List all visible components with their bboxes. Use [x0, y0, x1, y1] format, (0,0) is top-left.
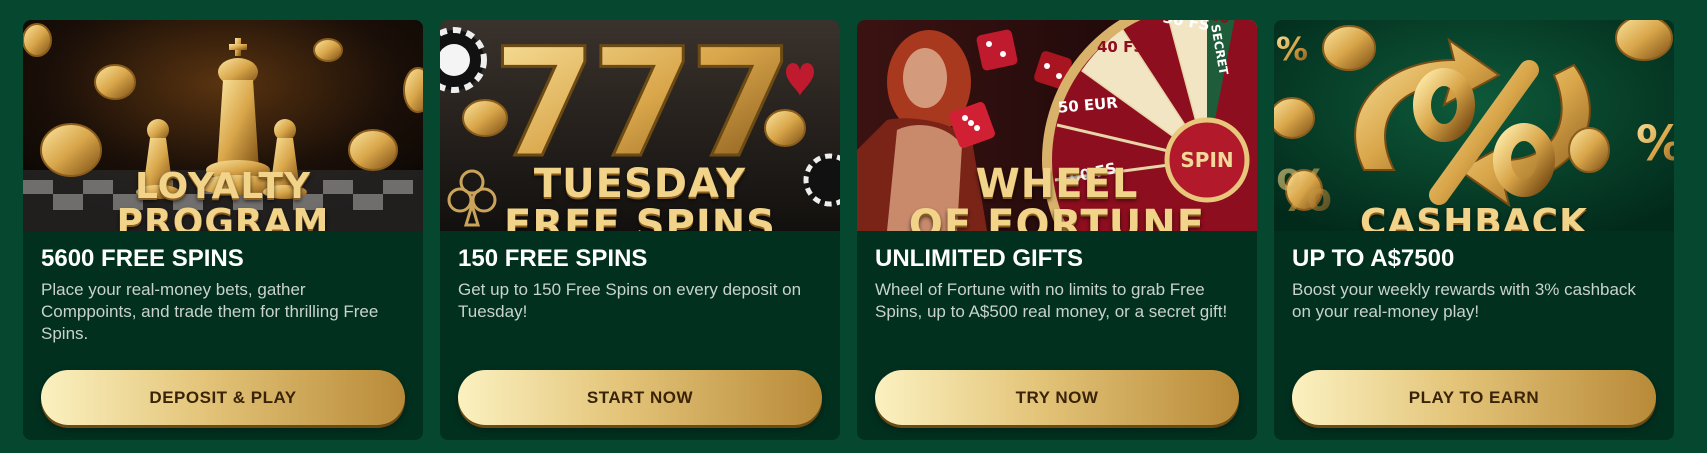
promo-description: Boost your weekly rewards with 3% cashba… — [1292, 280, 1636, 321]
promo-card-wheel: 100 FS 50 EUR 40 FS 30 FS 20 FS SECRET S… — [857, 20, 1257, 440]
tuesday-banner-image[interactable]: 777 TUESDAY FREE SPINS — [440, 20, 840, 231]
banner-title-line-1: WHEEL — [975, 161, 1139, 207]
banner-title-line-2: FREE SPINS — [504, 202, 776, 231]
promo-title: UNLIMITED GIFTS — [875, 245, 1083, 272]
banner-title: CASHBACK — [1360, 202, 1588, 232]
promo-title: 5600 FREE SPINS — [41, 245, 244, 272]
promotions-list: LOYALTY PROGRAM 5600 FREE SPINS Place yo… — [23, 20, 1674, 440]
promo-card-cashback: % % % CASHBACK UP TO A$7500 Boost your w… — [1274, 20, 1674, 440]
promo-description: Wheel of Fortune with no limits to grab … — [875, 280, 1228, 321]
wheel-segment-label: 40 FS — [1097, 38, 1144, 56]
banner-title-line-1: TUESDAY — [533, 161, 747, 207]
deposit-and-play-button[interactable]: DEPOSIT & PLAY — [41, 370, 405, 425]
loyalty-banner-image[interactable]: LOYALTY PROGRAM — [23, 20, 423, 231]
promo-title: 150 FREE SPINS — [458, 245, 648, 272]
try-now-button[interactable]: TRY NOW — [875, 370, 1239, 425]
start-now-button[interactable]: START NOW — [458, 370, 822, 425]
banner-title-line-2: OF FORTUNE — [908, 202, 1206, 231]
banner-title: LOYALTY PROGRAM — [116, 166, 330, 232]
promo-card-tuesday: 777 TUESDAY FREE SPINS 150 FREE SPINS Ge… — [440, 20, 840, 440]
cashback-illustration: % % % — [1274, 20, 1674, 231]
svg-text:%: % — [1636, 116, 1674, 172]
promo-title: UP TO A$7500 — [1292, 245, 1455, 272]
svg-text:%: % — [1276, 30, 1308, 68]
promo-card-loyalty: LOYALTY PROGRAM 5600 FREE SPINS Place yo… — [23, 20, 423, 440]
promo-description: Place your real-money bets, gather Compp… — [41, 280, 379, 343]
wheel-banner-image[interactable]: 100 FS 50 EUR 40 FS 30 FS 20 FS SECRET S… — [857, 20, 1257, 231]
promo-description: Get up to 150 Free Spins on every deposi… — [458, 280, 802, 321]
play-to-earn-button[interactable]: PLAY TO EARN — [1292, 370, 1656, 425]
cashback-banner-image[interactable]: % % % CASHBACK — [1274, 20, 1674, 231]
